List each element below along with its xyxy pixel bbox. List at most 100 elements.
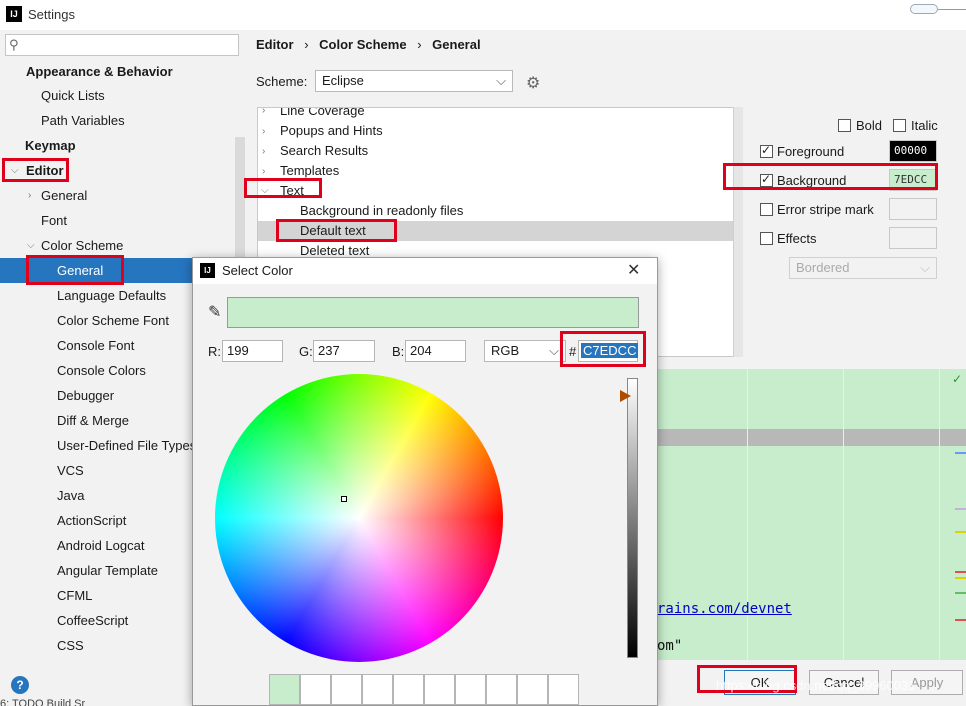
g-input[interactable]: 237 — [313, 340, 375, 362]
sidebar-item-diff-merge[interactable]: Diff & Merge — [57, 409, 129, 433]
sidebar-item-keymap[interactable]: Keymap — [25, 134, 76, 158]
sidebar-item-android-logcat[interactable]: Android Logcat — [57, 534, 144, 558]
recent-color-swatch[interactable] — [269, 674, 300, 705]
sidebar-item-console-font[interactable]: Console Font — [57, 334, 134, 358]
stripe-marker — [955, 592, 966, 594]
gear-icon[interactable]: ⚙ — [526, 73, 540, 93]
effects-style-select: Bordered ⌵ — [789, 257, 937, 279]
maximize-control[interactable] — [910, 4, 938, 14]
effects-swatch[interactable] — [889, 227, 937, 249]
stripe-marker — [955, 508, 966, 510]
chevron-down-icon[interactable]: ⌵ — [27, 240, 35, 251]
effects-checkbox[interactable] — [760, 232, 773, 245]
sidebar-item-angular-template[interactable]: Angular Template — [57, 559, 158, 583]
preview-guide-line — [939, 369, 940, 660]
chevron-down-icon: ⌵ — [496, 73, 506, 88]
brightness-slider[interactable] — [627, 378, 638, 658]
stripe-marker — [955, 619, 966, 621]
sidebar-item-debugger[interactable]: Debugger — [57, 384, 114, 408]
b-input[interactable]: 204 — [405, 340, 466, 362]
stripe-marker — [955, 452, 966, 454]
highlight-background — [723, 163, 938, 190]
dialog-title: Select Color — [222, 263, 293, 278]
color-mode-select[interactable]: RGB ⌵ — [484, 340, 566, 362]
error-stripe-label: Error stripe mark — [777, 202, 874, 217]
breadcrumb-separator: › — [417, 37, 422, 52]
stripe-marker — [955, 577, 966, 579]
tree-item-popups-hints[interactable]: Popups and Hints — [280, 121, 383, 141]
pipette-icon[interactable]: ✎ — [208, 302, 221, 322]
attributes-scrollbar[interactable] — [733, 107, 743, 357]
recent-color-swatch[interactable] — [393, 674, 424, 705]
error-stripe-swatch[interactable] — [889, 198, 937, 220]
effects-label: Effects — [777, 231, 817, 246]
tree-item-background-readonly[interactable]: Background in readonly files — [300, 201, 463, 221]
recent-color-swatch[interactable] — [455, 674, 486, 705]
chevron-right-icon[interactable]: › — [28, 190, 31, 201]
highlight-text — [244, 178, 322, 198]
color-wheel[interactable] — [215, 374, 503, 662]
bold-label: Bold — [856, 118, 883, 133]
app-icon: IJ — [200, 263, 215, 278]
sidebar-item-quick-lists[interactable]: Quick Lists — [41, 84, 105, 108]
sidebar-item-user-defined-file-types[interactable]: User-Defined File Types — [57, 434, 196, 458]
r-label: R: — [208, 344, 221, 359]
search-input[interactable] — [5, 34, 239, 56]
sidebar-item-language-defaults[interactable]: Language Defaults — [57, 284, 166, 308]
highlight-default-text — [276, 219, 397, 242]
sidebar-item-java[interactable]: Java — [57, 484, 84, 508]
foreground-checkbox[interactable] — [760, 143, 773, 158]
bold-checkbox[interactable] — [838, 119, 851, 132]
r-input[interactable]: 199 — [222, 340, 283, 362]
tree-item-line-coverage[interactable]: Line Coverage — [280, 108, 365, 121]
foreground-swatch[interactable]: 00000 — [889, 140, 937, 162]
recent-color-swatch[interactable] — [362, 674, 393, 705]
chevron-right-icon[interactable]: › — [262, 108, 265, 116]
window-title-bar — [0, 0, 966, 30]
sidebar-item-coffeescript[interactable]: CoffeeScript — [57, 609, 128, 633]
sidebar-item-path-variables[interactable]: Path Variables — [41, 109, 125, 133]
chevron-down-icon: ⌵ — [549, 343, 559, 358]
breadcrumb-editor[interactable]: Editor — [256, 37, 294, 52]
recent-color-swatch[interactable] — [424, 674, 455, 705]
chevron-down-icon: ⌵ — [920, 260, 930, 275]
recent-color-swatch[interactable] — [517, 674, 548, 705]
watermark: https://blog.csdn.net/qq_39960031 — [716, 678, 916, 693]
sidebar-item-cfml[interactable]: CFML — [57, 584, 92, 608]
recent-color-swatch[interactable] — [331, 674, 362, 705]
stripe-marker — [955, 531, 966, 533]
sidebar-item-console-colors[interactable]: Console Colors — [57, 359, 146, 383]
close-icon[interactable]: ✕ — [627, 260, 640, 280]
sidebar-item-actionscript[interactable]: ActionScript — [57, 509, 126, 533]
color-mode-value: RGB — [491, 343, 520, 358]
chevron-right-icon[interactable]: › — [262, 166, 265, 177]
recent-color-swatch[interactable] — [486, 674, 517, 705]
help-icon[interactable]: ? — [11, 676, 29, 694]
color-preview — [227, 297, 639, 328]
preview-highlight-band — [655, 429, 966, 446]
sidebar-item-editor-general[interactable]: General — [41, 184, 87, 208]
scheme-select[interactable]: Eclipse ⌵ — [315, 70, 513, 92]
sidebar-item-appearance-behavior[interactable]: Appearance & Behavior — [26, 60, 173, 84]
sidebar-item-css[interactable]: CSS — [57, 634, 84, 658]
error-stripe-checkbox[interactable] — [760, 203, 773, 216]
sidebar-item-vcs[interactable]: VCS — [57, 459, 84, 483]
check-icon: ✓ — [952, 372, 963, 386]
effects-style-value: Bordered — [796, 260, 850, 275]
highlight-general — [26, 255, 124, 285]
recent-color-swatch[interactable] — [300, 674, 331, 705]
brightness-handle[interactable] — [620, 390, 631, 402]
italic-checkbox[interactable] — [893, 119, 906, 132]
sidebar-item-font[interactable]: Font — [41, 209, 67, 233]
chevron-right-icon[interactable]: › — [262, 146, 265, 157]
sidebar-item-color-scheme-font[interactable]: Color Scheme Font — [57, 309, 169, 333]
b-label: B: — [392, 344, 405, 359]
tree-item-search-results[interactable]: Search Results — [280, 141, 368, 161]
recent-color-swatch[interactable] — [548, 674, 579, 705]
highlight-hex — [560, 331, 646, 367]
breadcrumb-color-scheme[interactable]: Color Scheme — [319, 37, 406, 52]
breadcrumb: Editor › Color Scheme › General — [256, 37, 481, 52]
color-wheel-cursor[interactable] — [341, 496, 347, 502]
window-edge-line — [938, 9, 966, 10]
chevron-right-icon[interactable]: › — [262, 126, 265, 137]
